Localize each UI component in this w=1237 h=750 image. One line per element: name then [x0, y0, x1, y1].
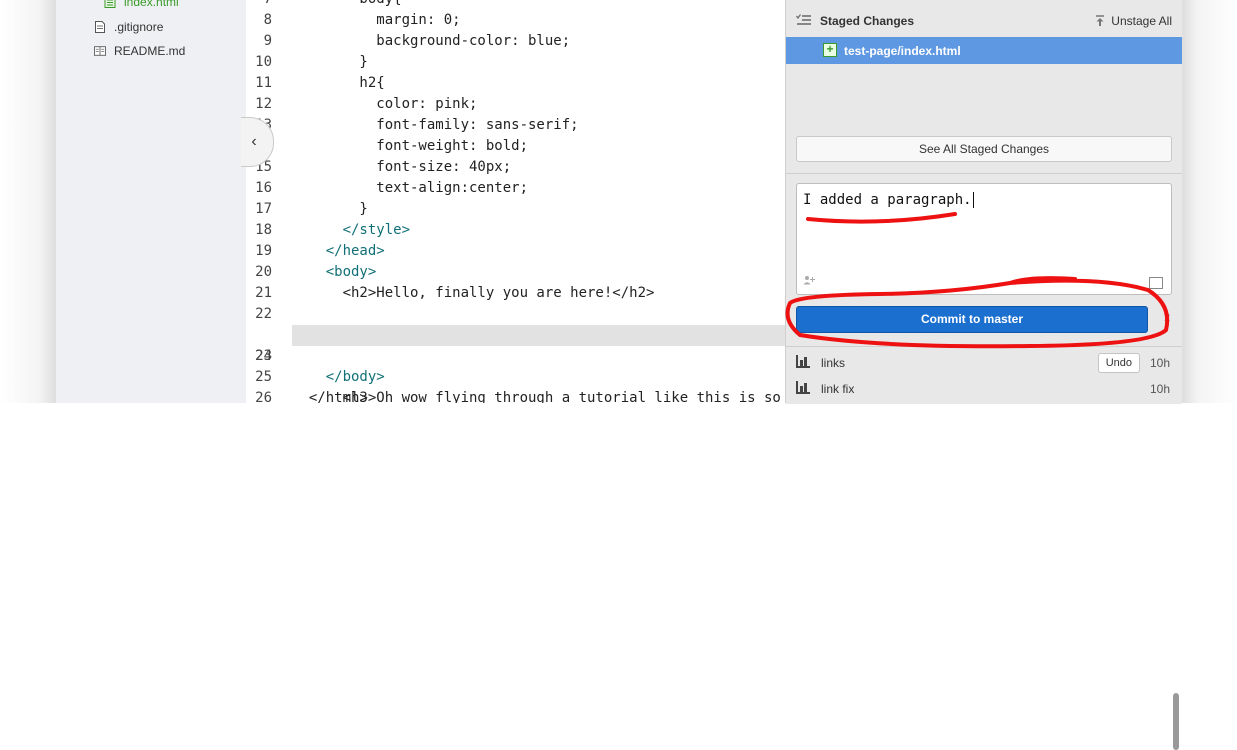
code-text: margin: 0;	[292, 12, 461, 28]
chevron-left-icon: ‹	[251, 133, 257, 150]
history-item[interactable]: link fix 10h	[786, 375, 1170, 401]
code-line-highlighted: 23 <h3>Oh wow flying through a tutorial …	[246, 325, 785, 403]
commit-message: link fix	[821, 382, 855, 396]
commit-time: 10h	[1149, 356, 1170, 370]
line-number: 21	[255, 285, 272, 301]
code-line: 26 </html>	[246, 388, 785, 403]
code-line: 21 <h2>Hello, finally you are here!</h2>	[246, 283, 785, 304]
code-text: </body>	[292, 369, 385, 385]
code-line: 19 </head>	[246, 241, 785, 262]
commit-time: 10h	[1149, 382, 1170, 396]
see-all-staged-changes-button[interactable]: See All Staged Changes	[796, 136, 1172, 162]
code-line: 7 body{	[246, 0, 785, 10]
file-icon	[104, 0, 116, 8]
file-item-readme[interactable]: README.md	[94, 44, 185, 58]
code-text: </head>	[292, 243, 385, 259]
code-line: 20 <body>	[246, 262, 785, 283]
line-number: 24	[255, 348, 272, 364]
divider	[786, 173, 1182, 174]
code-text: color: pink;	[292, 96, 478, 112]
commit-to-master-button[interactable]: Commit to master	[796, 306, 1148, 333]
window-shadow-right	[1181, 0, 1237, 403]
code-text: }	[292, 54, 368, 70]
code-text: text-align:center;	[292, 180, 529, 196]
file-icon	[95, 21, 105, 33]
text-caret	[972, 192, 974, 208]
file-item-index[interactable]: index.html	[104, 0, 179, 9]
commit-message-input[interactable]: I added a paragraph.	[796, 183, 1172, 295]
commit-history-list: links Undo 10h link fix 10h	[786, 346, 1182, 750]
undo-button[interactable]: Undo	[1097, 353, 1140, 373]
expand-editor-icon[interactable]	[1149, 277, 1163, 289]
commit-message-text: I added a paragraph.	[803, 192, 974, 208]
add-coauthor-icon[interactable]	[803, 275, 815, 288]
line-number: 16	[255, 180, 272, 196]
commit-message-value: I added a paragraph.	[803, 192, 972, 208]
code-text: }	[292, 201, 368, 217]
file-name: index.html	[124, 0, 179, 9]
code-line: 17 }	[246, 199, 785, 220]
file-name: README.md	[114, 44, 186, 58]
code-line: 18 </style>	[246, 220, 785, 241]
history-scrollbar[interactable]	[1173, 693, 1179, 750]
staged-changes-header: Staged Changes Unstage All	[786, 8, 1182, 34]
line-number: 8	[263, 12, 272, 28]
window-shadow-left	[0, 0, 56, 403]
line-number: 7	[246, 0, 272, 10]
line-number: 19	[255, 243, 272, 259]
code-text: </html>	[292, 390, 368, 403]
code-line: 22	[246, 304, 785, 325]
line-number: 18	[255, 222, 272, 238]
line-number: 12	[255, 96, 272, 112]
book-icon	[94, 46, 106, 56]
code-line: 14 font-weight: bold;	[246, 136, 785, 157]
git-panel: Staged Changes Unstage All + test-page/i…	[785, 0, 1182, 750]
code-line: 9 background-color: blue;	[246, 31, 785, 52]
arrow-up-icon	[1096, 15, 1105, 26]
code-text: font-size: 40px;	[292, 159, 512, 175]
commit-message: links	[821, 356, 846, 370]
staged-file-name: test-page/index.html	[844, 44, 961, 58]
code-line: 13 font-family: sans-serif;	[246, 115, 785, 136]
code-line: 25 </body>	[246, 367, 785, 388]
code-text: </style>	[292, 222, 411, 238]
code-text: font-family: sans-serif;	[292, 117, 579, 133]
staged-changes-title: Staged Changes	[820, 14, 915, 28]
line-number: 25	[255, 369, 272, 385]
code-line: 12 color: pink;	[246, 94, 785, 115]
code-line: 10 }	[246, 52, 785, 73]
history-item[interactable]: links Undo 10h	[786, 349, 1170, 375]
list-check-icon	[796, 14, 811, 25]
code-line: 24	[246, 346, 785, 367]
unstage-all-label: Unstage All	[1111, 14, 1172, 28]
commits-ahead-count: 2	[1164, 312, 1171, 324]
line-number: 20	[255, 264, 272, 280]
file-name: .gitignore	[114, 20, 164, 34]
code-line: 16 text-align:center;	[246, 178, 785, 199]
added-file-icon: +	[823, 43, 837, 57]
code-text: body{	[292, 0, 401, 10]
line-number: 26	[255, 390, 272, 403]
file-item-gitignore[interactable]: .gitignore	[94, 20, 163, 34]
code-line: 11 h2{	[246, 73, 785, 94]
code-text: font-weight: bold;	[292, 138, 529, 154]
code-text: background-color: blue;	[292, 33, 571, 49]
code-text: h2{	[292, 75, 385, 91]
code-text: <h2>Hello, finally you are here!</h2>	[292, 285, 655, 301]
line-number: 9	[263, 33, 272, 49]
file-tree-sidebar: index.html .gitignore README.md	[56, 0, 247, 403]
line-number: 11	[255, 75, 272, 91]
code-editor[interactable]: 7 body{ 8 margin: 0; 9 background-color:…	[246, 0, 785, 403]
line-number: 17	[255, 201, 272, 217]
code-text: <body>	[292, 264, 377, 280]
code-line: 15 font-size: 40px;	[246, 157, 785, 178]
unstage-all-button[interactable]: Unstage All	[1095, 14, 1172, 28]
code-line: 8 margin: 0;	[246, 10, 785, 31]
line-number: 22	[255, 306, 272, 322]
commit-graph-icon	[796, 355, 810, 368]
commit-graph-icon	[796, 381, 810, 394]
line-highlight	[292, 325, 785, 346]
staged-file-row[interactable]: + test-page/index.html	[786, 37, 1182, 64]
line-number: 10	[255, 54, 272, 70]
